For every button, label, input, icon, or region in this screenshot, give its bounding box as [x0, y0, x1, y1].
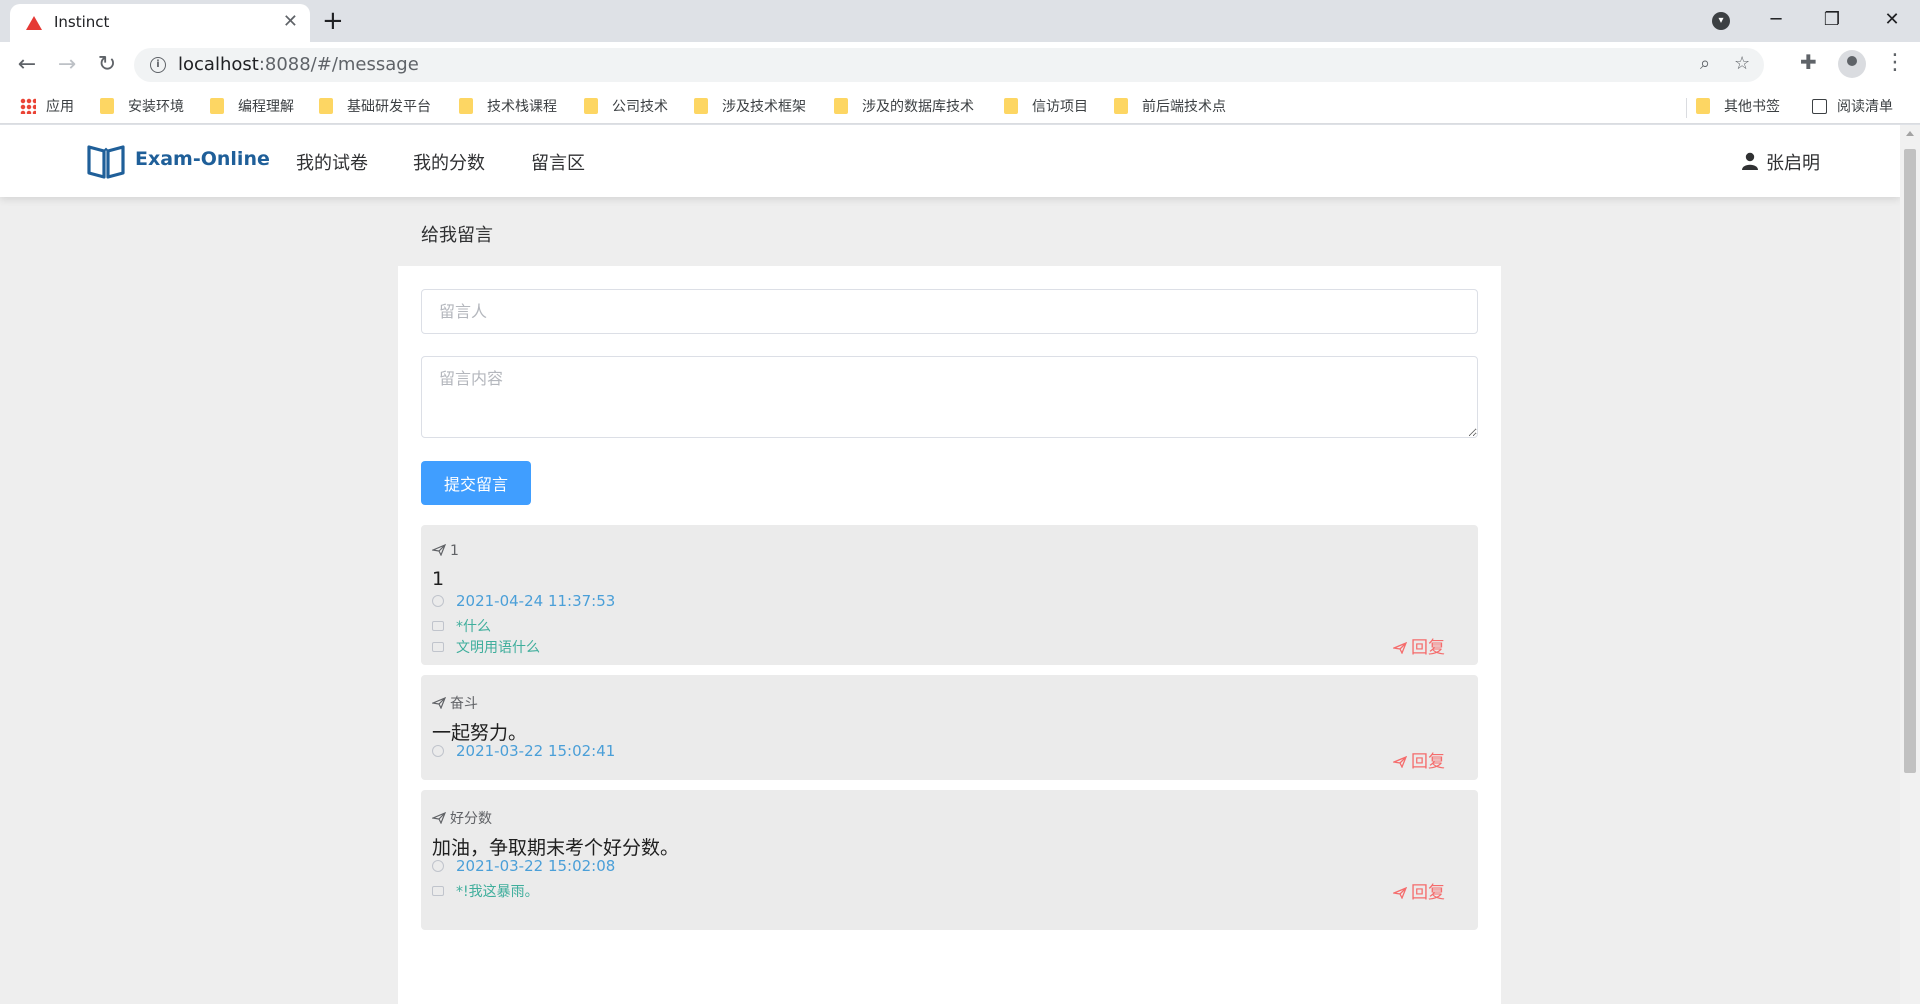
folder-icon — [1696, 98, 1710, 114]
message-content: 1 — [432, 568, 445, 590]
browser-menu-icon[interactable]: ⋮ — [1884, 50, 1906, 75]
bookmarks-bar: 应用 安装环境 编程理解 基础研发平台 技术栈课程 公司技术 涉及技术框架 涉及… — [0, 88, 1920, 124]
send-icon — [432, 697, 446, 709]
folder-icon — [319, 98, 333, 114]
message-title: 奋斗 — [432, 693, 478, 713]
close-tab-icon[interactable]: ✕ — [283, 11, 298, 32]
submit-message-button[interactable]: 提交留言 — [421, 461, 531, 505]
send-icon — [1393, 642, 1407, 654]
message-content-textarea[interactable] — [421, 356, 1478, 438]
folder-icon — [1004, 98, 1018, 114]
bookmark-folder[interactable]: 前后端技术点 — [1114, 96, 1226, 116]
zoom-icon[interactable]: ⌕ — [1700, 53, 1710, 74]
nav-my-papers[interactable]: 我的试卷 — [296, 149, 368, 175]
bookmark-folder[interactable]: 安装环境 — [100, 96, 184, 116]
section-title: 给我留言 — [421, 225, 493, 246]
restore-icon[interactable]: ❐ — [1804, 2, 1860, 38]
reply-button[interactable]: 回复 — [1393, 878, 1445, 903]
message-time: 2021-03-22 15:02:08 — [432, 857, 615, 875]
folder-icon — [834, 98, 848, 114]
other-bookmarks[interactable]: 其他书签 — [1696, 96, 1780, 116]
send-icon — [1393, 887, 1407, 899]
extensions-puzzle-icon[interactable]: ✚ — [1800, 50, 1817, 74]
profile-avatar-icon[interactable] — [1838, 50, 1866, 78]
open-book-logo-icon[interactable] — [86, 141, 126, 181]
message-time: 2021-04-24 11:37:53 — [432, 592, 615, 610]
bookmark-folder[interactable]: 编程理解 — [210, 96, 294, 116]
user-name[interactable]: 张启明 — [1766, 149, 1820, 175]
bookmark-folder[interactable]: 公司技术 — [584, 96, 668, 116]
page-viewport: Exam-Online 我的试卷 我的分数 留言区 张启明 给我留言 提交留言 … — [0, 125, 1900, 1004]
new-tab-icon[interactable]: + — [322, 4, 344, 38]
page-scrollbar[interactable] — [1900, 125, 1920, 1004]
message-title: 好分数 — [432, 808, 492, 828]
bookmark-folder[interactable]: 涉及技术框架 — [694, 96, 806, 116]
tab-search-icon[interactable]: ▾ — [1712, 12, 1730, 30]
message-content: 加油，争取期末考个好分数。 — [432, 837, 680, 859]
bookmark-folder[interactable]: 涉及的数据库技术 — [834, 96, 974, 116]
tab-title: Instinct — [54, 13, 110, 31]
message-title: 1 — [432, 543, 459, 559]
folder-icon — [1114, 98, 1128, 114]
bookmark-star-icon[interactable]: ☆ — [1734, 53, 1750, 74]
nav-message-board[interactable]: 留言区 — [531, 149, 585, 175]
folder-icon — [459, 98, 473, 114]
reply-button[interactable]: 回复 — [1393, 633, 1445, 658]
reply-button[interactable]: 回复 — [1393, 747, 1445, 772]
scroll-up-arrow-icon[interactable] — [1906, 131, 1914, 136]
address-bar[interactable]: i localhost:8088/#/message ⌕ ☆ — [134, 48, 1764, 82]
chat-icon — [432, 621, 444, 631]
send-icon — [432, 812, 446, 824]
browser-tab[interactable]: Instinct ✕ — [10, 4, 310, 42]
bookmark-folder[interactable]: 基础研发平台 — [319, 96, 431, 116]
bookmark-apps[interactable]: 应用 — [20, 96, 74, 116]
clock-icon — [432, 860, 444, 872]
close-window-icon[interactable]: ✕ — [1864, 2, 1920, 38]
reply-item: *!我这暴雨。 — [432, 881, 539, 901]
bookmark-folder[interactable]: 技术栈课程 — [459, 96, 557, 116]
folder-icon — [210, 98, 224, 114]
bookmark-folder[interactable]: 信访项目 — [1004, 96, 1088, 116]
apps-grid-icon — [20, 98, 36, 114]
forward-arrow-icon[interactable]: → — [52, 50, 82, 80]
message-panel: 提交留言 1 1 2021-04-24 11:37:53 *什么 文明用语什么 … — [398, 266, 1501, 1004]
message-card: 奋斗 一起努力。 2021-03-22 15:02:41 回复 — [421, 675, 1478, 780]
chat-icon — [432, 642, 444, 652]
reading-list-icon — [1812, 99, 1827, 114]
browser-tab-strip: Instinct ✕ + ▾ ─ ❐ ✕ — [0, 0, 1920, 42]
message-time: 2021-03-22 15:02:41 — [432, 742, 615, 760]
scrollbar-thumb[interactable] — [1904, 149, 1916, 773]
send-icon — [432, 544, 446, 556]
folder-icon — [584, 98, 598, 114]
back-arrow-icon[interactable]: ← — [12, 50, 42, 80]
watermelon-favicon-icon — [26, 16, 42, 30]
reply-item: *什么 — [432, 616, 491, 636]
reply-item: 文明用语什么 — [432, 637, 540, 657]
folder-icon — [694, 98, 708, 114]
browser-toolbar: ← → ↻ i localhost:8088/#/message ⌕ ☆ ✚ ⋮ — [0, 42, 1920, 88]
url-text[interactable]: localhost:8088/#/message — [178, 54, 419, 75]
message-card: 1 1 2021-04-24 11:37:53 *什么 文明用语什么 回复 — [421, 525, 1478, 665]
clock-icon — [432, 745, 444, 757]
message-card: 好分数 加油，争取期末考个好分数。 2021-03-22 15:02:08 *!… — [421, 790, 1478, 930]
folder-icon — [100, 98, 114, 114]
site-info-icon[interactable]: i — [150, 57, 166, 73]
send-icon — [1393, 756, 1407, 768]
clock-icon — [432, 595, 444, 607]
site-header: Exam-Online 我的试卷 我的分数 留言区 张启明 — [0, 125, 1900, 197]
nav-my-scores[interactable]: 我的分数 — [413, 149, 485, 175]
author-input[interactable] — [421, 289, 1478, 334]
bookmarks-divider — [1686, 98, 1687, 118]
reload-icon[interactable]: ↻ — [92, 50, 122, 80]
message-content: 一起努力。 — [432, 722, 528, 744]
chat-icon — [432, 886, 444, 896]
user-icon — [1742, 152, 1758, 170]
brand-name[interactable]: Exam-Online — [135, 148, 270, 170]
minimize-icon[interactable]: ─ — [1748, 2, 1804, 38]
reading-list[interactable]: 阅读清单 — [1812, 96, 1893, 116]
